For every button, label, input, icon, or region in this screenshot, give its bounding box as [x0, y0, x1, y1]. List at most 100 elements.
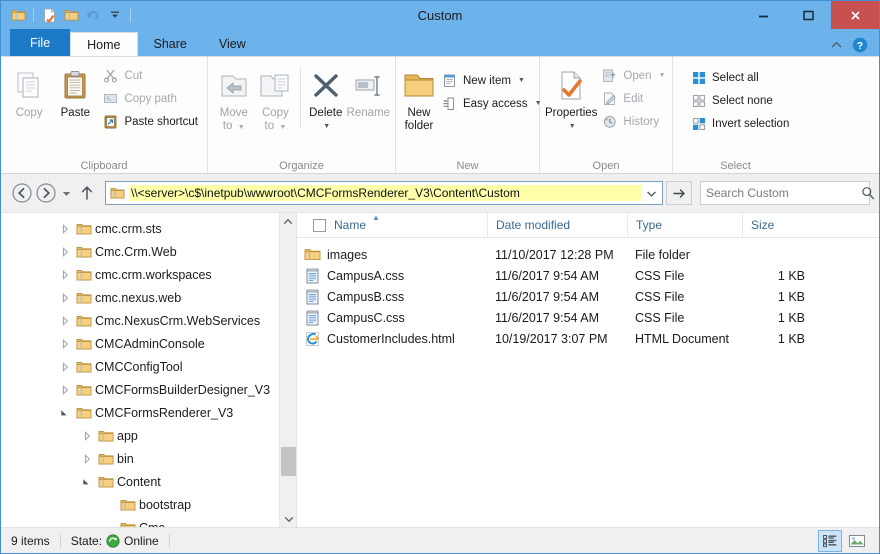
- new-folder-button[interactable]: New folder: [401, 62, 437, 133]
- move-to-caret-icon[interactable]: ▼: [238, 124, 245, 131]
- maximize-button[interactable]: [786, 1, 831, 29]
- search-box[interactable]: [700, 181, 875, 205]
- chevron-down-icon[interactable]: [57, 408, 73, 418]
- tree-item-app[interactable]: app: [1, 424, 278, 447]
- collapse-ribbon-icon[interactable]: [827, 36, 845, 54]
- chevron-right-icon[interactable]: [79, 453, 95, 464]
- details-view-button[interactable]: [818, 529, 842, 552]
- move-to-button[interactable]: Move to ▼: [213, 62, 255, 134]
- chevron-right-icon[interactable]: [57, 361, 73, 372]
- properties-button[interactable]: Properties ▼: [545, 62, 597, 133]
- open-caret-icon[interactable]: ▼: [659, 72, 666, 79]
- tree-item-cmcadminconsole[interactable]: CMCAdminConsole: [1, 332, 278, 355]
- delete-caret-icon[interactable]: ▼: [323, 120, 330, 133]
- column-header-type[interactable]: Type: [627, 213, 742, 238]
- tree-item-cmc-nexuscrm-webservices[interactable]: Cmc.NexusCrm.WebServices: [1, 309, 278, 332]
- tree-item-content[interactable]: Content: [1, 470, 278, 493]
- chevron-right-icon[interactable]: [57, 338, 73, 349]
- tree-item-cmc-crm-web[interactable]: Cmc.Crm.Web: [1, 240, 278, 263]
- close-button[interactable]: [831, 1, 879, 29]
- copy-button[interactable]: Copy: [6, 62, 52, 120]
- paste-button[interactable]: Paste: [52, 62, 98, 120]
- tab-share[interactable]: Share: [138, 32, 203, 56]
- select-all-checkbox[interactable]: [313, 218, 326, 232]
- column-header-name[interactable]: Name ▲: [297, 213, 487, 238]
- chevron-right-icon[interactable]: [57, 315, 73, 326]
- chevron-right-icon[interactable]: [57, 269, 73, 280]
- copy-path-button[interactable]: \\... Copy path: [98, 87, 202, 110]
- css-file-icon: [297, 310, 327, 326]
- new-folder-document-icon[interactable]: [39, 5, 59, 25]
- paste-shortcut-button[interactable]: Paste shortcut: [98, 110, 202, 133]
- tab-view[interactable]: View: [203, 32, 262, 56]
- tree-item-cmcconfigtool[interactable]: CMCConfigTool: [1, 355, 278, 378]
- scroll-up-icon[interactable]: [280, 213, 296, 230]
- copy-label: Copy: [15, 107, 43, 119]
- tab-file[interactable]: File: [10, 29, 71, 56]
- go-button[interactable]: [666, 181, 692, 205]
- folder-icon-2[interactable]: [61, 5, 81, 25]
- file-type-cell: CSS File: [635, 289, 685, 304]
- table-row[interactable]: CampusB.css 11/6/2017 9:54 AM CSS File 1 KB: [297, 286, 879, 307]
- open-button[interactable]: Open ▼: [597, 64, 669, 87]
- large-icons-view-button[interactable]: [845, 530, 869, 552]
- chevron-down-icon[interactable]: [642, 188, 660, 199]
- back-button[interactable]: [10, 181, 34, 205]
- edit-button[interactable]: Edit: [597, 87, 669, 110]
- address-path-text[interactable]: \\<server>\c$\inetpub\wwwroot\CMCFormsRe…: [129, 185, 642, 201]
- recent-locations-button[interactable]: [58, 181, 75, 205]
- chevron-right-icon[interactable]: [57, 246, 73, 257]
- chevron-right-icon[interactable]: [57, 292, 73, 303]
- forward-button[interactable]: [34, 181, 58, 205]
- copy-to-caret-icon[interactable]: ▼: [279, 124, 286, 131]
- copy-to-button[interactable]: Copy to ▼: [255, 62, 297, 134]
- tree-item-bin[interactable]: bin: [1, 447, 278, 470]
- tree-item-cmc[interactable]: Cmc: [1, 516, 278, 527]
- table-row[interactable]: CustomerIncludes.html 10/19/2017 3:07 PM H…: [297, 328, 879, 349]
- chevron-right-icon[interactable]: [79, 430, 95, 441]
- nav-scrollbar-thumb[interactable]: [281, 447, 296, 476]
- undo-icon[interactable]: [83, 5, 103, 25]
- folder-tree: cmc.crm.sts Cmc.Crm.Web cmc.crm.workspaces…: [1, 213, 278, 527]
- history-button[interactable]: History: [597, 110, 669, 133]
- select-all-button[interactable]: Select all: [686, 66, 793, 89]
- chevron-right-icon[interactable]: [57, 223, 73, 234]
- column-header-size[interactable]: Size: [742, 213, 817, 238]
- nav-scrollbar[interactable]: [279, 213, 296, 527]
- table-row[interactable]: images 11/10/2017 12:28 PM File folder: [297, 244, 879, 265]
- properties-caret-icon[interactable]: ▼: [569, 120, 576, 133]
- chevron-down-icon[interactable]: [79, 477, 95, 487]
- chevron-right-icon[interactable]: [57, 384, 73, 395]
- tree-item-cmcformsrenderer-v3[interactable]: CMCFormsRenderer_V3: [1, 401, 278, 424]
- up-button[interactable]: [75, 181, 99, 205]
- copy-icon: [12, 65, 46, 107]
- tree-item-cmc-crm-workspaces[interactable]: cmc.crm.workspaces: [1, 263, 278, 286]
- select-none-button[interactable]: Select none: [686, 89, 793, 112]
- address-path-box[interactable]: \\<server>\c$\inetpub\wwwroot\CMCFormsRe…: [105, 181, 663, 205]
- tree-item-cmcformsbuilderdesigner-v3[interactable]: CMCFormsBuilderDesigner_V3: [1, 378, 278, 401]
- scroll-down-icon[interactable]: [280, 510, 296, 527]
- cut-button[interactable]: Cut: [98, 64, 202, 87]
- customize-chevron-icon[interactable]: [105, 5, 125, 25]
- easy-access-button[interactable]: Easy access ▼: [437, 92, 546, 115]
- help-icon[interactable]: ?: [851, 36, 869, 54]
- search-input[interactable]: [706, 186, 861, 200]
- delete-button[interactable]: Delete ▼: [305, 62, 347, 133]
- column-header-date-modified[interactable]: Date modified: [487, 213, 627, 238]
- table-row[interactable]: CampusA.css 11/6/2017 9:54 AM CSS File 1 KB: [297, 265, 879, 286]
- file-date-cell: 11/6/2017 9:54 AM: [495, 268, 600, 283]
- tree-item-cmc-nexus-web[interactable]: cmc.nexus.web: [1, 286, 278, 309]
- new-item-caret-icon[interactable]: ▼: [518, 77, 525, 84]
- tree-item-cmc-crm-sts[interactable]: cmc.crm.sts: [1, 217, 278, 240]
- tab-home[interactable]: Home: [70, 32, 138, 56]
- search-icon[interactable]: [861, 186, 875, 200]
- minimize-button[interactable]: [741, 1, 786, 29]
- tree-item-bootstrap[interactable]: bootstrap: [1, 493, 278, 516]
- folder-icon[interactable]: [8, 5, 28, 25]
- invert-selection-button[interactable]: Invert selection: [686, 112, 793, 135]
- move-to-icon: [217, 65, 251, 107]
- file-name-label: images: [327, 247, 368, 262]
- table-row[interactable]: CampusC.css 11/6/2017 9:54 AM CSS File 1 KB: [297, 307, 879, 328]
- rename-button[interactable]: Rename: [347, 62, 390, 120]
- new-item-button[interactable]: New item ▼: [437, 69, 546, 92]
